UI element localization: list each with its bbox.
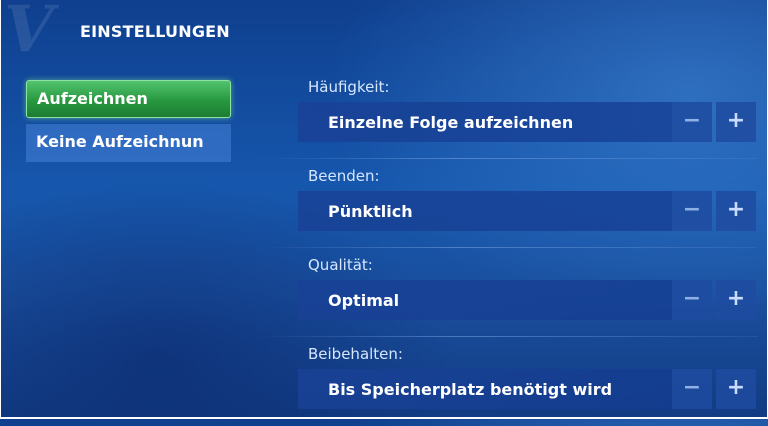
setting-row: Einzelne Folge aufzeichnen − + xyxy=(298,102,756,142)
setting-row: Bis Speicherplatz benötigt wird − + xyxy=(298,369,756,409)
increase-button[interactable]: + xyxy=(716,102,756,142)
setting-value: Bis Speicherplatz benötigt wird xyxy=(328,380,613,399)
settings-panel: Häufigkeit: Einzelne Folge aufzeichnen −… xyxy=(258,70,758,426)
nav-item-record[interactable]: Aufzeichnen xyxy=(26,80,231,118)
setting-value-box[interactable]: Optimal xyxy=(298,280,672,320)
decrease-button[interactable]: − xyxy=(672,102,712,142)
setting-label: Qualität: xyxy=(308,256,373,274)
setting-value: Optimal xyxy=(328,291,400,310)
setting-label: Häufigkeit: xyxy=(308,78,390,96)
decrease-button[interactable]: − xyxy=(672,280,712,320)
media-center-logo-watermark: V xyxy=(4,0,56,67)
setting-quality: Qualität: Optimal − + xyxy=(258,248,758,337)
setting-keep: Beibehalten: Bis Speicherplatz benötigt … xyxy=(298,337,758,426)
setting-row: Optimal − + xyxy=(298,280,756,320)
setting-frequency: Häufigkeit: Einzelne Folge aufzeichnen −… xyxy=(258,70,758,159)
increase-button[interactable]: + xyxy=(716,369,756,409)
setting-label: Beenden: xyxy=(308,167,380,185)
setting-value-box[interactable]: Pünktlich xyxy=(298,191,672,231)
nav-item-do-not-record[interactable]: Keine Aufzeichnun xyxy=(26,124,231,162)
setting-value: Einzelne Folge aufzeichnen xyxy=(328,113,574,132)
setting-row: Pünktlich − + xyxy=(298,191,756,231)
setting-stop: Beenden: Pünktlich − + xyxy=(258,159,758,248)
setting-label: Beibehalten: xyxy=(308,345,403,363)
increase-button[interactable]: + xyxy=(716,191,756,231)
setting-value-box[interactable]: Einzelne Folge aufzeichnen xyxy=(298,102,672,142)
page-title: EINSTELLUNGEN xyxy=(80,22,230,41)
increase-button[interactable]: + xyxy=(716,280,756,320)
setting-value: Pünktlich xyxy=(328,202,413,221)
setting-value-box[interactable]: Bis Speicherplatz benötigt wird xyxy=(298,369,672,409)
decrease-button[interactable]: − xyxy=(672,191,712,231)
decrease-button[interactable]: − xyxy=(672,369,712,409)
left-nav: Aufzeichnen Keine Aufzeichnun xyxy=(26,80,231,168)
